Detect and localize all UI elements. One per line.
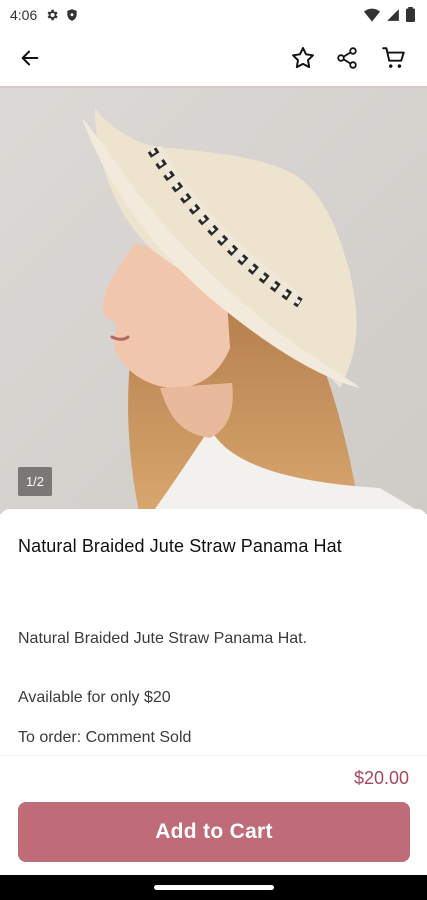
favorite-button[interactable] bbox=[285, 40, 321, 76]
description-line-1: Natural Braided Jute Straw Panama Hat. bbox=[18, 630, 308, 647]
status-time: 4:06 bbox=[10, 7, 38, 23]
back-arrow-icon bbox=[21, 50, 39, 66]
wifi-icon bbox=[364, 8, 380, 22]
product-image[interactable]: 1/2 bbox=[0, 86, 427, 514]
status-bar: 4:06 bbox=[0, 0, 427, 30]
description-line-3: To order: Comment Sold bbox=[18, 729, 192, 746]
system-nav-bar bbox=[0, 875, 427, 900]
product-photo bbox=[0, 88, 427, 514]
back-button[interactable] bbox=[12, 40, 48, 76]
share-button[interactable] bbox=[329, 40, 365, 76]
star-outline-icon bbox=[292, 47, 314, 69]
home-indicator[interactable] bbox=[154, 885, 274, 890]
image-counter: 1/2 bbox=[18, 467, 52, 496]
description-line-2: Available for only $20 bbox=[18, 689, 171, 706]
price: $20.00 bbox=[353, 768, 409, 788]
purchase-bar: $20.00 Add to Cart bbox=[0, 755, 427, 875]
battery-icon bbox=[406, 7, 415, 22]
product-details: Natural Braided Jute Straw Panama Hat Na… bbox=[0, 509, 427, 755]
app-bar bbox=[0, 30, 427, 86]
product-title: Natural Braided Jute Straw Panama Hat bbox=[18, 536, 342, 556]
add-to-cart-button[interactable]: Add to Cart bbox=[18, 802, 410, 862]
status-right-icons bbox=[364, 7, 415, 22]
cart-icon bbox=[382, 47, 405, 68]
shield-icon bbox=[67, 9, 77, 21]
share-icon bbox=[337, 47, 357, 69]
cart-button[interactable] bbox=[376, 40, 412, 76]
signal-icon bbox=[387, 8, 399, 21]
gear-icon bbox=[47, 9, 58, 21]
